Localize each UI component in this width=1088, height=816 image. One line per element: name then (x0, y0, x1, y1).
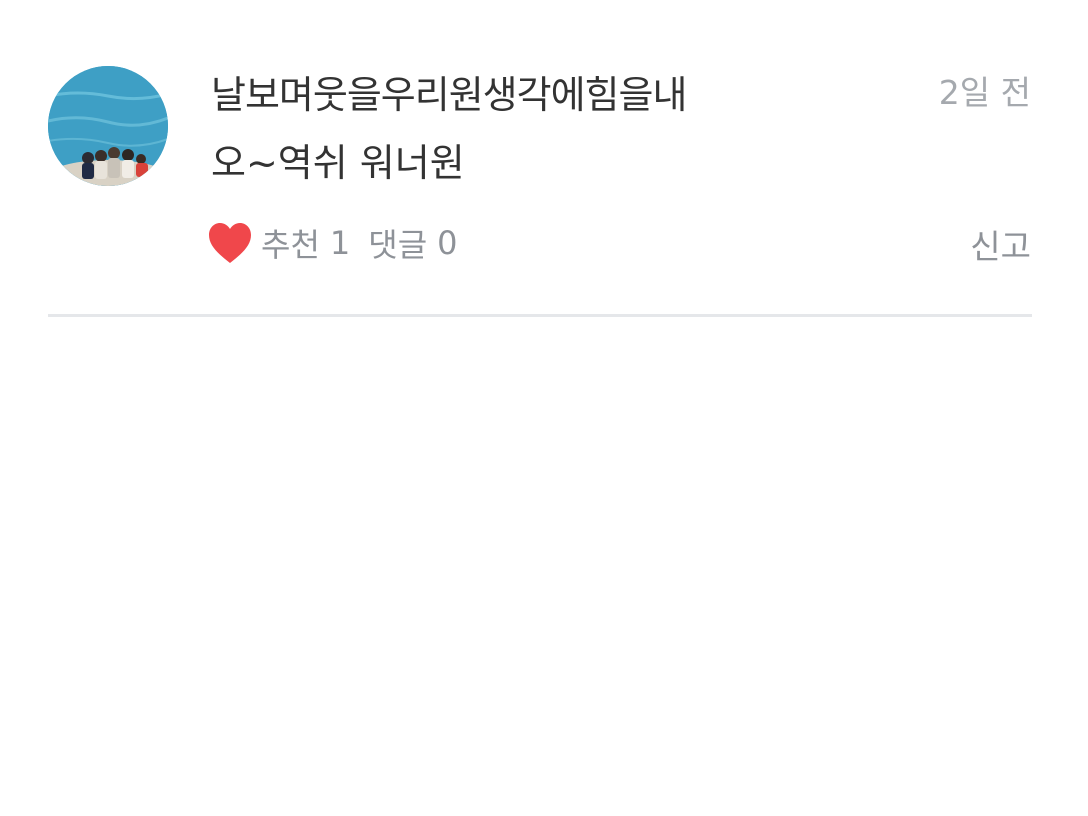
report-button[interactable]: 신고 (970, 220, 1031, 268)
reply-count: 0 (437, 224, 458, 262)
comment-item: 날보며웃을우리원생각에힘을내 2일 전 오~역쉬 워너원 추천 1 댓글 0 신… (0, 0, 1088, 318)
comment-time: 2일 전 (938, 73, 1031, 112)
reply-label[interactable]: 댓글 (368, 220, 427, 266)
recommend-label[interactable]: 추천 (261, 220, 320, 266)
avatar-photo (48, 66, 168, 186)
comment-text: 오~역쉬 워너원 (211, 141, 465, 185)
recommend-count: 1 (329, 224, 351, 262)
comment-actions: 추천 1 댓글 0 (207, 218, 476, 268)
comment-author[interactable]: 날보며웃을우리원생각에힘을내 (211, 64, 687, 119)
divider (48, 314, 1032, 317)
heart-icon[interactable] (207, 221, 253, 265)
avatar[interactable] (48, 66, 168, 186)
